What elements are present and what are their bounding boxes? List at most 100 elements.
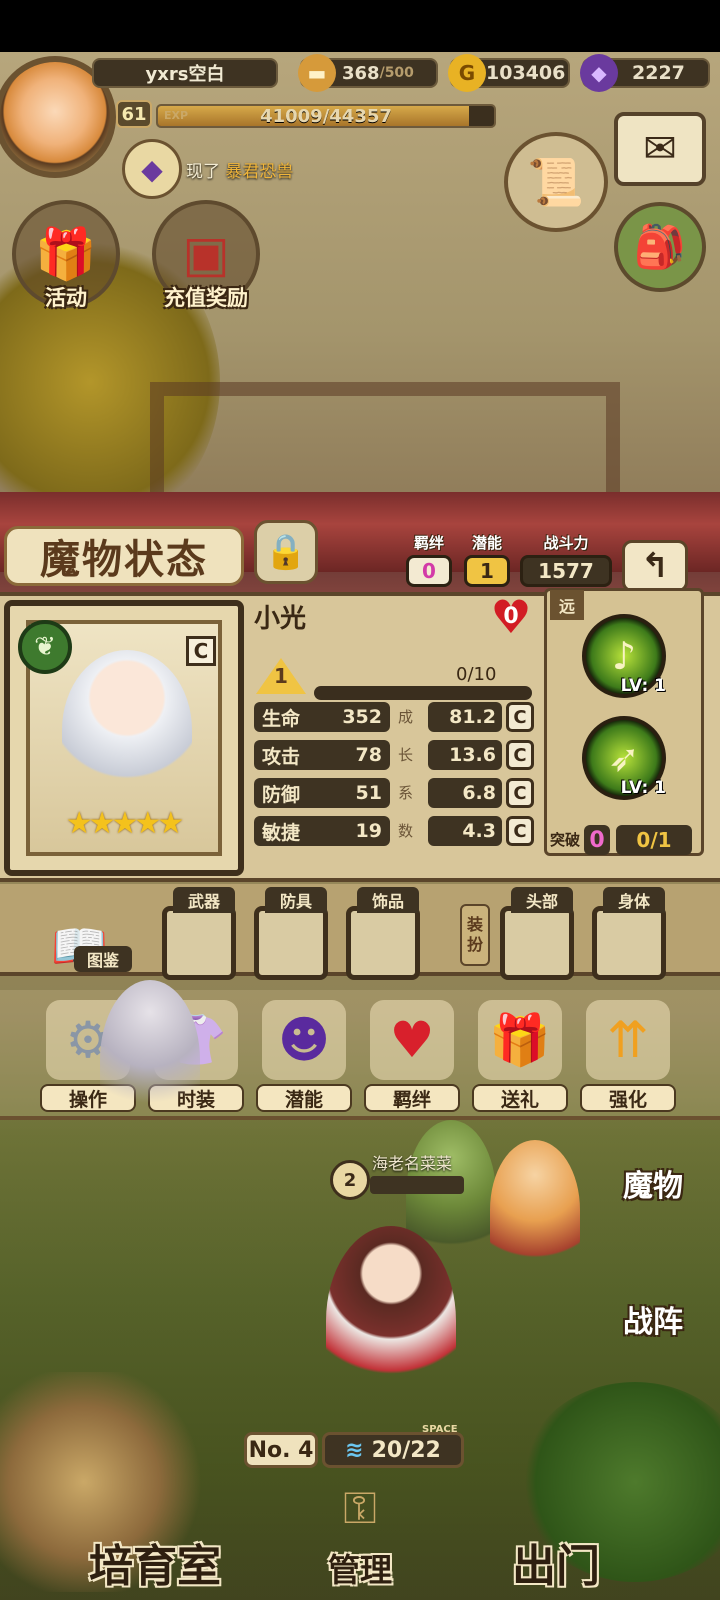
bond-label: 羁绊 [413, 534, 444, 552]
heart-icon: ♥ [370, 1000, 454, 1080]
exp-bar: EXP 41009/44357 [156, 104, 496, 128]
potential-stat: 潜能 1 [464, 532, 510, 587]
breakthrough-progress: 0/1 [616, 825, 692, 855]
skill-level: LV: 1 [620, 676, 666, 696]
slot-head[interactable]: 头部 [500, 887, 574, 980]
keys-icon: ⚿ [343, 1482, 377, 1534]
stat-name: 攻击 [262, 745, 301, 768]
space-tag: SPACE [422, 1424, 458, 1435]
growth-char: 数 [398, 822, 414, 840]
player-character-sprite[interactable] [326, 1226, 456, 1416]
notice-highlight: 暴君恐兽 [225, 161, 294, 182]
action-gift[interactable]: 🎁 送礼 [472, 996, 568, 1116]
stat-row-defense: 防御 51 系 6.8 C [254, 778, 534, 808]
breakthrough[interactable]: 突破 0 0/1 [550, 820, 698, 860]
recharge-reward-button[interactable]: ▣ 充值奖励 [152, 200, 260, 310]
leaf-element-icon: ❦ [18, 620, 72, 674]
power-label: 战斗力 [543, 534, 589, 552]
growth-value: 4.3 [428, 816, 502, 846]
stat-row-attack: 攻击 78 长 13.6 C [254, 740, 534, 770]
action-potential[interactable]: ☻ 潜能 [256, 996, 352, 1116]
action-bond[interactable]: ♥ 羁绊 [364, 996, 460, 1116]
slot-body[interactable]: 身体 [592, 887, 666, 980]
npc-level-value: 2 [343, 1169, 357, 1191]
quest-scroll-button[interactable]: 📜 [504, 132, 608, 232]
slot-label: 身体 [603, 887, 665, 913]
potential-value: 1 [464, 555, 510, 587]
breakthrough-value: 0 [584, 825, 610, 855]
monster-sprite-ghost[interactable] [100, 980, 200, 1140]
gem-plus-icon[interactable]: ◆ [122, 139, 182, 199]
bread-value: 368 [342, 62, 380, 84]
mail-button[interactable]: ✉ [614, 112, 706, 186]
stat-row-agility: 敏捷 19 数 4.3 C [254, 816, 534, 846]
harp-skill-icon: ♪ [611, 634, 637, 678]
backpack-icon: 🎒 [633, 222, 687, 271]
skill-button-2[interactable]: ➶ LV: 1 [582, 716, 666, 800]
status-bar [0, 0, 720, 52]
monster-sprite-princess[interactable] [490, 1140, 580, 1280]
nav-manage[interactable]: 管理 [300, 1540, 420, 1596]
bread-counter[interactable]: ▬ 368/500 [298, 54, 438, 92]
slot-label: 防具 [265, 887, 327, 913]
level-progress-text: 0/10 [456, 664, 497, 685]
upgrade-icon: ⇈ [586, 1000, 670, 1080]
growth-value: 81.2 [428, 702, 502, 732]
page-title: 魔物状态 [4, 526, 244, 586]
skill-button-1[interactable]: ♪ LV: 1 [582, 614, 666, 698]
scroll-icon: 📜 [527, 154, 585, 209]
notice-text: 现了 暴君恐兽 [186, 157, 293, 182]
slot-label: 头部 [511, 887, 573, 913]
growth-grade: C [506, 816, 534, 846]
slot-armor[interactable]: 防具 [254, 887, 328, 980]
encyclopedia-label: 图鉴 [74, 946, 132, 972]
growth-char: 成 [398, 708, 414, 726]
stat-name: 生命 [262, 707, 301, 730]
space-value: 20/22 [371, 1437, 441, 1463]
level-progress-bar [314, 686, 532, 700]
gold-counter[interactable]: G 103406 [448, 54, 570, 92]
envelope-icon: ✉ [643, 126, 677, 172]
slot-label: 饰品 [357, 887, 419, 913]
nav-nursery[interactable]: 培育室 [60, 1530, 250, 1594]
bond-stat: 羁绊 0 [406, 532, 452, 587]
lock-icon: 🔒 [264, 532, 308, 572]
arrow-skill-icon: ➶ [608, 736, 640, 780]
growth-char: 长 [398, 746, 414, 764]
space-icon: ≋ [345, 1437, 364, 1463]
npc-level: 2 [330, 1160, 370, 1200]
stat-value: 19 [355, 820, 382, 842]
stat-value: 51 [355, 782, 382, 804]
stat-label: 防御 51 [254, 778, 390, 808]
growth-value: 13.6 [428, 740, 502, 770]
notice-banner[interactable]: ◆ 现了 暴君恐兽 [122, 139, 382, 199]
action-enhance[interactable]: ⇈ 强化 [580, 996, 676, 1116]
backpack-button[interactable]: 🎒 [614, 202, 706, 292]
return-button[interactable]: ↰ [622, 540, 688, 592]
gift-icon: 🎁 [478, 1000, 562, 1080]
monster-menu-button[interactable]: 魔物 [598, 1158, 708, 1208]
stat-name: 防御 [262, 783, 301, 806]
room-number: No. 4 [244, 1432, 318, 1468]
stat-name: 敏捷 [262, 821, 301, 844]
battle-formation-button[interactable]: 战阵 [598, 1294, 708, 1344]
gold-value: 103406 [486, 62, 566, 84]
bread-max: /500 [379, 65, 414, 81]
nav-exit[interactable]: 出门 [496, 1530, 616, 1594]
skill-level: LV: 1 [620, 778, 666, 798]
slot-weapon[interactable]: 武器 [162, 887, 236, 980]
activity-button[interactable]: 🎁 活动 [12, 200, 120, 310]
bond-value: 0 [406, 555, 452, 587]
gold-coin-icon: G [448, 54, 486, 92]
return-arrow-icon: ↰ [640, 546, 670, 586]
slot-accessory[interactable]: 饰品 [346, 887, 420, 980]
power-value: 1577 [520, 555, 612, 587]
power-stat: 战斗力 1577 [520, 532, 612, 587]
lock-button[interactable]: 🔒 [254, 520, 318, 584]
stat-value: 78 [355, 744, 382, 766]
npc-exp-bar [370, 1176, 464, 1194]
shadow-icon: ☻ [262, 1000, 346, 1080]
monster-portrait [62, 650, 192, 810]
gem-counter[interactable]: ◆ 2227 [580, 54, 710, 92]
range-badge: 远 [550, 590, 584, 620]
